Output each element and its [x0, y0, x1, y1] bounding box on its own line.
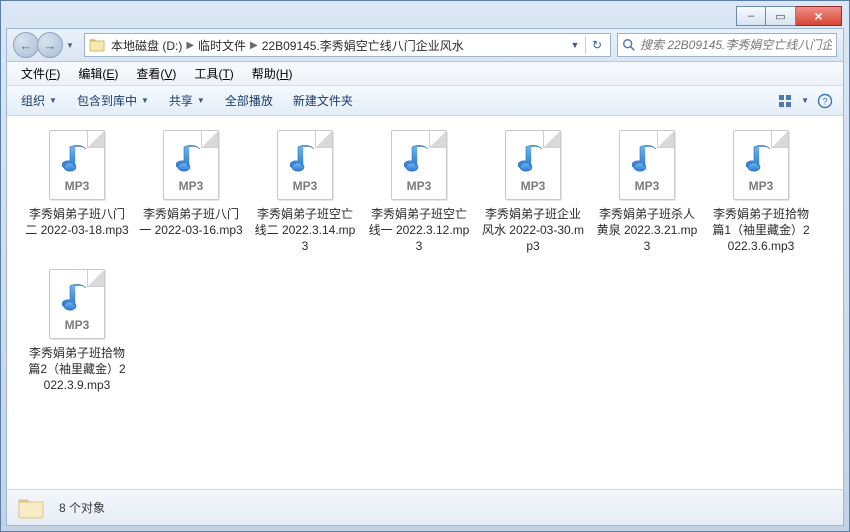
file-item[interactable]: MP3 李秀娟弟子班企业风水 2022-03-30.mp3 [481, 130, 585, 255]
file-item[interactable]: MP3 李秀娟弟子班空亡线一 2022.3.12.mp3 [367, 130, 471, 255]
filetype-label: MP3 [179, 179, 204, 199]
music-note-icon [62, 280, 92, 316]
file-item[interactable]: MP3 李秀娟弟子班八门二 2022-03-18.mp3 [25, 130, 129, 255]
breadcrumb-sep-icon: ▶ [250, 40, 258, 51]
explorer-window: – ▭ × ← → ▼ 本地磁盘 (D:) ▶ 临时文件 ▶ 22B09145 [0, 0, 850, 532]
filename-label: 李秀娟弟子班八门二 2022-03-18.mp3 [25, 206, 129, 238]
filename-label: 李秀娟弟子班拾物篇2（袖里藏金）2022.3.9.mp3 [25, 345, 129, 394]
filetype-label: MP3 [293, 179, 318, 199]
address-dropdown-icon[interactable]: ▼ [567, 40, 583, 50]
breadcrumb-0[interactable]: 本地磁盘 (D:) [111, 37, 182, 54]
filename-label: 李秀娟弟子班拾物篇1（袖里藏金）2022.3.6.mp3 [709, 206, 813, 255]
nav-history-dropdown[interactable]: ▼ [66, 41, 78, 50]
filename-label: 李秀娟弟子班企业风水 2022-03-30.mp3 [481, 206, 585, 255]
cmd-include-in-library[interactable]: 包含到库中▼ [67, 88, 159, 113]
music-note-icon [632, 141, 662, 177]
help-button[interactable]: ? [817, 93, 833, 109]
filetype-label: MP3 [749, 179, 774, 199]
status-text: 8 个对象 [59, 499, 105, 516]
window-controls: – ▭ × [736, 6, 842, 26]
command-bar: 组织▼ 包含到库中▼ 共享▼ 全部播放 新建文件夹 ▼ ? [7, 86, 843, 116]
breadcrumb-1[interactable]: 临时文件 [198, 37, 246, 54]
separator [585, 36, 586, 54]
music-note-icon [746, 141, 776, 177]
cmd-share[interactable]: 共享▼ [159, 88, 215, 113]
maximize-button[interactable]: ▭ [766, 6, 796, 26]
breadcrumb-sep-icon: ▶ [186, 40, 194, 51]
file-thumbnail: MP3 [505, 130, 561, 200]
filetype-label: MP3 [407, 179, 432, 199]
nav-buttons: ← → ▼ [13, 32, 78, 58]
forward-button[interactable]: → [37, 32, 63, 58]
filetype-label: MP3 [65, 318, 90, 338]
music-note-icon [176, 141, 206, 177]
cmd-organize[interactable]: 组织▼ [11, 88, 67, 113]
chevron-down-icon: ▼ [197, 96, 205, 105]
folder-icon [89, 38, 105, 52]
titlebar: – ▭ × [6, 6, 844, 28]
cmd-new-folder[interactable]: 新建文件夹 [283, 88, 363, 113]
view-options-button[interactable] [777, 93, 793, 109]
menu-view[interactable]: 查看(V) [128, 62, 184, 85]
breadcrumb-2[interactable]: 22B09145.李秀娟空亡线八门企业风水 [262, 37, 464, 54]
file-thumbnail: MP3 [49, 269, 105, 339]
filename-label: 李秀娟弟子班空亡线二 2022.3.14.mp3 [253, 206, 357, 255]
menu-file[interactable]: 文件(F) [13, 62, 68, 85]
close-button[interactable]: × [796, 6, 842, 26]
refresh-button[interactable]: ↻ [588, 38, 606, 52]
file-grid: MP3 李秀娟弟子班八门二 2022-03-18.mp3 MP3 李秀娟弟子班八… [7, 116, 843, 489]
filename-label: 李秀娟弟子班八门一 2022-03-16.mp3 [139, 206, 243, 238]
music-note-icon [518, 141, 548, 177]
window-inner: ← → ▼ 本地磁盘 (D:) ▶ 临时文件 ▶ 22B09145.李秀娟空亡线… [6, 28, 844, 526]
file-thumbnail: MP3 [391, 130, 447, 200]
address-bar[interactable]: 本地磁盘 (D:) ▶ 临时文件 ▶ 22B09145.李秀娟空亡线八门企业风水… [84, 33, 611, 57]
minimize-button[interactable]: – [736, 6, 766, 26]
file-item[interactable]: MP3 李秀娟弟子班拾物篇2（袖里藏金）2022.3.9.mp3 [25, 269, 129, 394]
menu-bar: 文件(F) 编辑(E) 查看(V) 工具(T) 帮助(H) [7, 62, 843, 86]
chevron-down-icon: ▼ [49, 96, 57, 105]
filetype-label: MP3 [65, 179, 90, 199]
file-thumbnail: MP3 [733, 130, 789, 200]
nav-row: ← → ▼ 本地磁盘 (D:) ▶ 临时文件 ▶ 22B09145.李秀娟空亡线… [7, 29, 843, 62]
file-thumbnail: MP3 [619, 130, 675, 200]
music-note-icon [404, 141, 434, 177]
status-bar: 8 个对象 [7, 489, 843, 525]
file-thumbnail: MP3 [277, 130, 333, 200]
file-item[interactable]: MP3 李秀娟弟子班八门一 2022-03-16.mp3 [139, 130, 243, 255]
menu-help[interactable]: 帮助(H) [244, 62, 301, 85]
filetype-label: MP3 [521, 179, 546, 199]
chevron-down-icon[interactable]: ▼ [801, 96, 809, 105]
music-note-icon [290, 141, 320, 177]
file-item[interactable]: MP3 李秀娟弟子班杀人黄泉 2022.3.21.mp3 [595, 130, 699, 255]
file-item[interactable]: MP3 李秀娟弟子班拾物篇1（袖里藏金）2022.3.6.mp3 [709, 130, 813, 255]
search-box[interactable] [617, 33, 837, 57]
file-thumbnail: MP3 [49, 130, 105, 200]
filename-label: 李秀娟弟子班杀人黄泉 2022.3.21.mp3 [595, 206, 699, 255]
cmd-play-all[interactable]: 全部播放 [215, 88, 283, 113]
file-thumbnail: MP3 [163, 130, 219, 200]
svg-text:?: ? [822, 96, 827, 106]
chevron-down-icon: ▼ [141, 96, 149, 105]
file-item[interactable]: MP3 李秀娟弟子班空亡线二 2022.3.14.mp3 [253, 130, 357, 255]
filename-label: 李秀娟弟子班空亡线一 2022.3.12.mp3 [367, 206, 471, 255]
menu-tools[interactable]: 工具(T) [186, 62, 241, 85]
back-button[interactable]: ← [13, 32, 39, 58]
music-note-icon [62, 141, 92, 177]
search-icon [622, 38, 636, 52]
menu-edit[interactable]: 编辑(E) [70, 62, 126, 85]
search-input[interactable] [640, 38, 832, 52]
folder-icon [17, 497, 45, 519]
filetype-label: MP3 [635, 179, 660, 199]
